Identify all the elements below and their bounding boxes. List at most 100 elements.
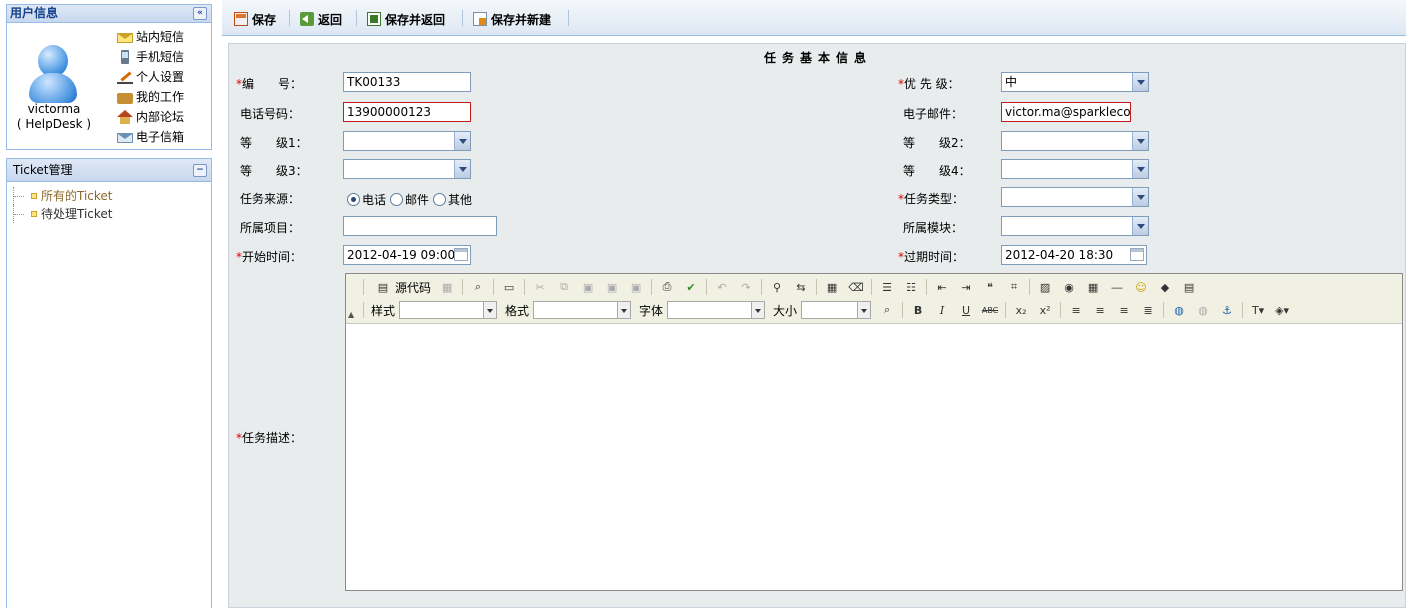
email-field[interactable]: victor.ma@sparklecom [1001, 102, 1131, 122]
save-button[interactable]: 保存 [234, 9, 276, 29]
user-info-title: 用户信息 [10, 6, 59, 20]
toolbar-separator [462, 279, 464, 295]
ticket-tree: 所有的Ticket 待处理Ticket [13, 187, 113, 223]
style-select[interactable] [399, 301, 498, 319]
special-char-icon[interactable]: ◆ [1156, 278, 1174, 296]
size-select[interactable] [801, 301, 872, 319]
copy-icon[interactable]: ⧉ [555, 278, 573, 296]
source-radio-other[interactable] [433, 193, 447, 206]
envelope-icon [117, 33, 133, 43]
due-time-label: *过期时间： [898, 248, 964, 265]
cut-icon[interactable]: ✂ [531, 278, 549, 296]
level4-select[interactable] [1001, 159, 1149, 179]
format-select[interactable] [533, 301, 632, 319]
strikethrough-icon[interactable]: ABC [981, 301, 999, 319]
flash-icon[interactable]: ◉ [1060, 278, 1078, 296]
link-forum[interactable]: 内部论坛 [117, 107, 184, 127]
tree-item-pending-tickets[interactable]: 待处理Ticket [13, 205, 113, 223]
module-select[interactable] [1001, 216, 1149, 236]
anchor-icon[interactable]: ⚓ [1218, 301, 1236, 319]
unlink-icon[interactable]: ◍ [1194, 301, 1212, 319]
paste-icon[interactable]: ▣ [579, 278, 597, 296]
back-button[interactable]: 返回 [300, 9, 342, 29]
source-radio-email[interactable] [390, 193, 404, 206]
link-personal-settings[interactable]: 个人设置 [117, 67, 184, 87]
start-time-field[interactable]: 2012-04-19 09:00 [343, 245, 471, 265]
horizontal-rule-icon[interactable]: ― [1108, 278, 1126, 296]
subscript-icon[interactable]: x₂ [1012, 301, 1030, 319]
zoom-icon[interactable]: ⌕ [878, 301, 896, 319]
preview-icon[interactable]: ⌕ [469, 278, 487, 296]
new-page-icon[interactable]: ▭ [500, 278, 518, 296]
image-icon[interactable]: ▨ [1036, 278, 1054, 296]
phone-field[interactable]: 13900000123 [343, 102, 471, 122]
page-break-icon[interactable]: ▤ [1180, 278, 1198, 296]
paste-word-icon[interactable]: ▣ [627, 278, 645, 296]
find-icon[interactable]: ⚲ [768, 278, 786, 296]
tree-item-all-tickets[interactable]: 所有的Ticket [13, 187, 113, 205]
link-site-message[interactable]: 站内短信 [117, 27, 184, 47]
numbered-list-icon[interactable]: ☰ [878, 278, 896, 296]
italic-icon[interactable]: I [933, 301, 951, 319]
calendar-icon[interactable] [1130, 248, 1144, 261]
indent-icon[interactable]: ⇥ [957, 278, 975, 296]
priority-select[interactable]: 中 [1001, 72, 1149, 92]
collapse-sidebar-button[interactable]: « [193, 7, 207, 20]
replace-icon[interactable]: ⇆ [792, 278, 810, 296]
link-icon[interactable]: ◍ [1170, 301, 1188, 319]
source-radio-phone[interactable] [347, 193, 360, 206]
number-field[interactable]: TK00133 [343, 72, 471, 92]
mail-icon [117, 133, 133, 143]
editor-content-area[interactable] [346, 325, 1402, 590]
select-all-icon[interactable]: ▦ [823, 278, 841, 296]
level2-select[interactable] [1001, 131, 1149, 151]
description-label: *任务描述： [236, 429, 302, 446]
link-my-work[interactable]: 我的工作 [117, 87, 184, 107]
blockquote-icon[interactable]: ❝ [981, 278, 999, 296]
link-sms[interactable]: 手机短信 [117, 47, 184, 67]
task-type-select[interactable] [1001, 187, 1149, 207]
print-icon[interactable]: ⎙ [658, 278, 676, 296]
due-time-value: 2012-04-20 18:30 [1005, 248, 1114, 262]
div-container-icon[interactable]: ⌗ [1005, 278, 1023, 296]
briefcase-icon [117, 92, 133, 104]
source-code-icon: ▤ [377, 280, 389, 294]
background-color-icon[interactable]: ◈▾ [1273, 301, 1291, 319]
text-color-icon[interactable]: T▾ [1249, 301, 1267, 319]
chevron-down-icon [1132, 160, 1148, 178]
calendar-icon[interactable] [454, 248, 468, 261]
underline-icon[interactable]: U [957, 301, 975, 319]
collapse-ticket-panel-button[interactable]: − [193, 164, 207, 177]
bulleted-list-icon[interactable]: ☷ [902, 278, 920, 296]
bold-icon[interactable]: B [909, 301, 927, 319]
source-code-button[interactable]: ▤ 源代码 [371, 278, 431, 296]
action-toolbar: 保存 返回 保存并返回 保存并新建 [222, 0, 1406, 36]
spellcheck-icon[interactable]: ✔ [682, 278, 700, 296]
link-site-message-label: 站内短信 [136, 30, 185, 44]
project-field[interactable] [343, 216, 497, 236]
font-select[interactable] [667, 301, 766, 319]
align-center-icon[interactable]: ≡ [1091, 301, 1109, 319]
superscript-icon[interactable]: x² [1036, 301, 1054, 319]
smiley-icon[interactable]: ☺ [1132, 278, 1150, 296]
undo-icon[interactable]: ↶ [713, 278, 731, 296]
priority-select-value: 中 [1005, 75, 1018, 89]
chevron-down-icon [1132, 73, 1148, 91]
remove-format-icon[interactable]: ⌫ [847, 278, 865, 296]
outdent-icon[interactable]: ⇤ [933, 278, 951, 296]
due-time-field[interactable]: 2012-04-20 18:30 [1001, 245, 1147, 265]
table-icon[interactable]: ▦ [1084, 278, 1102, 296]
collapse-toolbar-icon[interactable]: ▲ [348, 310, 354, 319]
align-left-icon[interactable]: ≡ [1067, 301, 1085, 319]
align-right-icon[interactable]: ≡ [1115, 301, 1133, 319]
paste-text-icon[interactable]: ▣ [603, 278, 621, 296]
align-justify-icon[interactable]: ≣ [1139, 301, 1157, 319]
save-and-back-button[interactable]: 保存并返回 [367, 9, 445, 29]
level3-select[interactable] [343, 159, 471, 179]
redo-icon[interactable]: ↷ [737, 278, 755, 296]
save-and-new-button[interactable]: 保存并新建 [473, 9, 551, 29]
toolbar-separator [816, 279, 818, 295]
level1-select[interactable] [343, 131, 471, 151]
link-email[interactable]: 电子信箱 [117, 127, 184, 147]
templates-icon[interactable]: ▦ [438, 278, 456, 296]
